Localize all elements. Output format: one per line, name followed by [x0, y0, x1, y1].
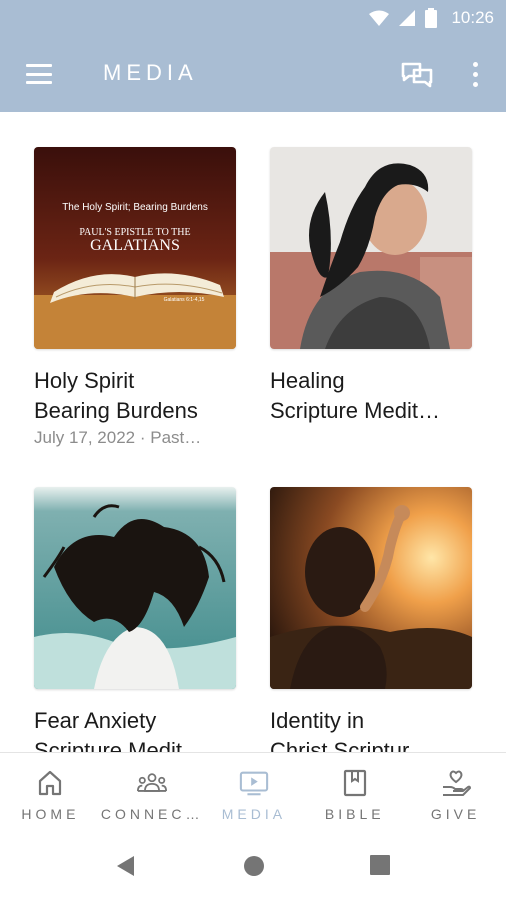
media-card-healing[interactable]: Healing Scripture Medit… [270, 147, 474, 426]
chat-icon[interactable] [400, 58, 434, 90]
nav-give[interactable]: GIVE [405, 753, 506, 834]
nav-label: BIBLE [324, 806, 385, 822]
back-icon[interactable] [114, 854, 138, 878]
media-title: Scripture Medit… [34, 738, 204, 752]
home-circle-icon[interactable] [242, 854, 266, 878]
nav-media[interactable]: MEDIA [204, 753, 305, 834]
nav-label: CONNEC… [100, 806, 204, 822]
thumb-caption: GALATIANS [90, 237, 180, 254]
media-thumbnail [270, 487, 472, 689]
more-vert-icon[interactable] [462, 58, 488, 90]
nav-home[interactable]: HOME [0, 753, 101, 834]
heart-hand-icon [441, 768, 471, 798]
nav-label: GIVE [430, 806, 481, 822]
status-bar: 10:26 [0, 0, 506, 36]
media-title: Christ Scriptur… [270, 738, 432, 752]
nav-label: HOME [21, 806, 80, 822]
wifi-icon [369, 10, 390, 26]
media-title: Scripture Medit… [270, 398, 440, 423]
thumb-caption: Galatians 6:1-4,15 [164, 297, 205, 303]
media-grid: The Holy Spirit; Bearing Burdens PAUL'S … [0, 112, 506, 752]
media-card-fear-anxiety[interactable]: Fear Anxiety Scripture Medit… [34, 487, 238, 752]
system-nav-bar [0, 834, 506, 900]
menu-icon[interactable] [24, 60, 54, 88]
media-title: Identity in [270, 708, 365, 733]
status-time: 10:26 [451, 8, 494, 27]
nav-connect[interactable]: CONNEC… [101, 753, 204, 834]
nav-label: MEDIA [221, 806, 287, 822]
media-thumbnail [270, 147, 472, 349]
people-icon [137, 768, 168, 798]
tv-icon [239, 768, 269, 798]
media-subtitle: July 17, 2022 · Past… [34, 428, 202, 447]
media-title: Fear Anxiety [34, 708, 157, 733]
recents-icon[interactable] [369, 854, 391, 876]
book-icon [340, 768, 370, 798]
media-card-identity[interactable]: Identity in Christ Scriptur… [270, 487, 474, 752]
battery-icon [425, 8, 438, 28]
nav-bible[interactable]: BIBLE [304, 753, 405, 834]
page-title: MEDIA [103, 60, 198, 85]
signal-icon [399, 10, 416, 26]
app-bar: MEDIA [0, 36, 506, 112]
media-title: Holy Spirit [34, 368, 135, 393]
media-title: Healing [270, 368, 345, 393]
media-thumbnail: The Holy Spirit; Bearing Burdens PAUL'S … [34, 147, 236, 349]
media-card-holy-spirit[interactable]: The Holy Spirit; Bearing Burdens PAUL'S … [34, 147, 238, 448]
thumb-caption: The Holy Spirit; Bearing Burdens [62, 202, 208, 213]
media-thumbnail [34, 487, 236, 689]
media-title: Bearing Burdens [34, 398, 198, 423]
bottom-nav: HOME CONNEC… MEDIA BIBLE GIVE [0, 752, 506, 834]
home-icon [35, 768, 65, 798]
